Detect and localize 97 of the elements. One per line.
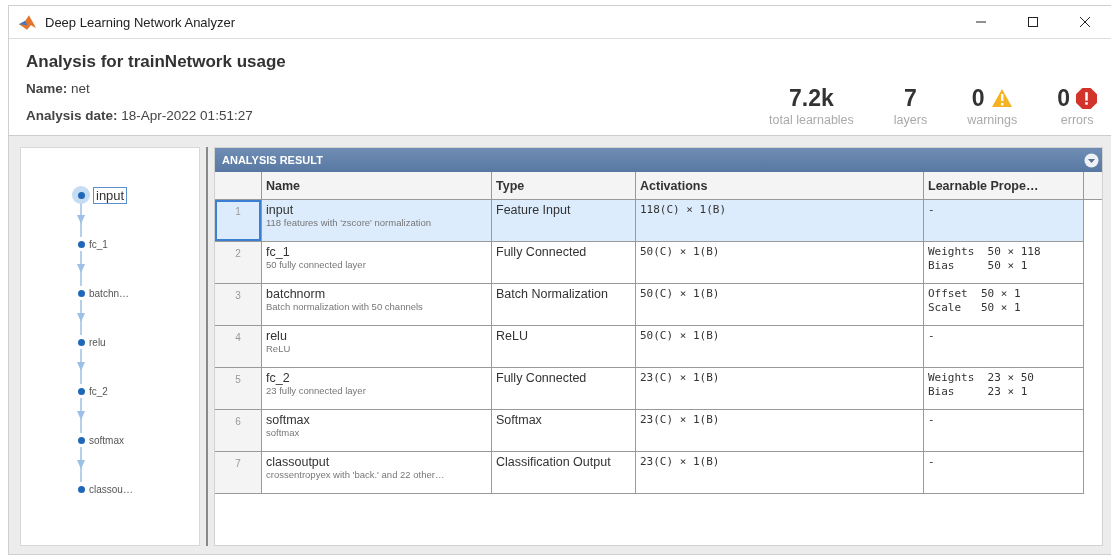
column-header[interactable]: Learnable Prope… xyxy=(923,172,1084,200)
name-label: Name: xyxy=(26,81,68,96)
window-title: Deep Learning Network Analyzer xyxy=(45,14,237,30)
layer-name: relu xyxy=(266,329,288,343)
layer-description: Batch normalization with 50 channels xyxy=(266,301,424,312)
table-cell: ReLU xyxy=(491,325,636,368)
stat-label: total learnables xyxy=(769,113,854,127)
learnable-entry: - xyxy=(928,203,936,217)
table-cell: 50(C) × 1(B) xyxy=(635,325,924,368)
layer-name: classoutput xyxy=(266,455,331,469)
table-row[interactable]: 7 classoutput crossentropyex with 'back.' and 22 other… Classification Output 23(C) × 1(B) - xyxy=(215,451,1102,494)
node-label[interactable]: fc_2 xyxy=(89,385,108,397)
table-cell: 23(C) × 1(B) xyxy=(635,409,924,452)
name-value: net xyxy=(71,81,90,96)
dropdown-icon[interactable] xyxy=(1084,152,1099,168)
row-number: 7 xyxy=(215,451,262,494)
layer-description: crossentropyex with 'back.' and 22 other… xyxy=(266,469,446,480)
stat-value: 0 xyxy=(1057,84,1070,112)
layer-description: 118 features with 'zscore' normalization xyxy=(266,217,433,228)
layer-name: fc_1 xyxy=(266,245,291,259)
table-row[interactable]: 6 softmax softmax Softmax 23(C) × 1(B) - xyxy=(215,409,1102,452)
layer-name: softmax xyxy=(266,413,311,427)
edge-arrow-icon xyxy=(76,447,86,482)
edge-arrow-icon xyxy=(76,202,86,237)
error-icon xyxy=(1076,87,1097,109)
layer-description: ReLU xyxy=(266,343,292,354)
column-header[interactable]: Type xyxy=(491,172,636,200)
layer-name: batchnorm xyxy=(266,287,327,301)
table-cell: Batch Normalization xyxy=(491,283,636,326)
table-cell: 23(C) × 1(B) xyxy=(635,367,924,410)
node-dot-icon[interactable] xyxy=(76,435,86,445)
edge-arrow-icon xyxy=(76,398,86,433)
stat-label: warnings xyxy=(967,113,1018,127)
layer-name: fc_2 xyxy=(266,371,291,385)
learnable-entry: Weights 50 × 118 xyxy=(928,245,1042,259)
row-number: 2 xyxy=(215,241,262,284)
edge-arrow-icon xyxy=(76,349,86,384)
table-row[interactable]: 4 relu ReLU ReLU 50(C) × 1(B) - xyxy=(215,325,1102,368)
learnable-entry: Scale 50 × 1 xyxy=(928,301,1022,315)
close-icon xyxy=(1079,16,1091,28)
panel-title: ANALYSIS RESULT xyxy=(222,154,323,166)
table-cell: Softmax xyxy=(491,409,636,452)
warning-icon xyxy=(990,88,1013,108)
node-label[interactable]: batchn… xyxy=(89,287,130,299)
table-row[interactable]: 3 batchnorm Batch normalization with 50 channels Batch Normalization 50(C) × 1(B) Offset 50 × 1 Scale 50 × 1 xyxy=(215,283,1102,326)
stat-label: errors xyxy=(1060,113,1094,127)
column-header[interactable]: Activations xyxy=(635,172,924,200)
table-cell: 50(C) × 1(B) xyxy=(635,241,924,284)
learnable-entry: Weights 23 × 50 xyxy=(928,371,1035,385)
node-dot-icon[interactable] xyxy=(76,337,86,347)
learnable-entry: Bias 23 × 1 xyxy=(928,385,1029,399)
table-cell: 50(C) × 1(B) xyxy=(635,283,924,326)
node-label[interactable]: fc_1 xyxy=(89,238,108,250)
layer-description: softmax xyxy=(266,427,301,438)
column-header[interactable]: Name xyxy=(261,172,492,200)
edge-arrow-icon xyxy=(76,251,86,286)
learnable-entry: - xyxy=(928,455,936,469)
node-dot-icon[interactable] xyxy=(76,288,86,298)
learnable-entry: - xyxy=(928,413,936,427)
table-cell: Fully Connected xyxy=(491,241,636,284)
row-number: 3 xyxy=(215,283,262,326)
node-label[interactable]: relu xyxy=(89,336,106,348)
table-row[interactable]: 2 fc_1 50 fully connected layer Fully Connected 50(C) × 1(B) Weights 50 × 118 Bias 50 × 1 xyxy=(215,241,1102,284)
node-label[interactable]: softmax xyxy=(89,434,124,446)
app-logo-icon xyxy=(19,14,37,30)
node-dot-icon[interactable] xyxy=(76,239,86,249)
table-cell: Feature Input xyxy=(491,199,636,242)
layer-description: 50 fully connected layer xyxy=(266,259,367,270)
layer-name: input xyxy=(266,203,295,217)
learnable-entry: Offset 50 × 1 xyxy=(928,287,1022,301)
date-label: Analysis date: xyxy=(26,108,118,123)
node-dot-icon[interactable] xyxy=(76,484,86,494)
table-cell: 23(C) × 1(B) xyxy=(635,451,924,494)
node-dot-icon[interactable] xyxy=(76,386,86,396)
table-cell: Classification Output xyxy=(491,451,636,494)
node-dot-icon[interactable] xyxy=(72,186,90,204)
row-number: 4 xyxy=(215,325,262,368)
stat-value: 0 xyxy=(971,84,985,112)
learnable-entry: - xyxy=(928,329,936,343)
stat-label: layers xyxy=(893,113,928,127)
learnable-entry: Bias 50 × 1 xyxy=(928,259,1029,273)
node-label[interactable]: input xyxy=(93,186,128,204)
table-row[interactable]: 1 input 118 features with 'zscore' normalization Feature Input 118(C) × 1(B) - xyxy=(215,199,1102,242)
edge-arrow-icon xyxy=(76,300,86,335)
date-value: 18-Apr-2022 01:51:27 xyxy=(121,108,253,123)
row-number: 6 xyxy=(215,409,262,452)
node-label[interactable]: classou… xyxy=(89,483,133,495)
table-cell: 118(C) × 1(B) xyxy=(635,199,924,242)
row-number: 1 xyxy=(215,199,262,242)
layer-description: 23 fully connected layer xyxy=(266,385,367,396)
table-row[interactable]: 5 fc_2 23 fully connected layer Fully Connected 23(C) × 1(B) Weights 23 × 50 Bias 23 × 1 xyxy=(215,367,1102,410)
table-cell: Fully Connected xyxy=(491,367,636,410)
stat-value: 7.2k xyxy=(789,84,834,112)
analysis-title: Analysis for trainNetwork usage xyxy=(26,52,286,72)
stat-value: 7 xyxy=(904,84,917,112)
row-number: 5 xyxy=(215,367,262,410)
maximize-icon xyxy=(1027,16,1039,28)
